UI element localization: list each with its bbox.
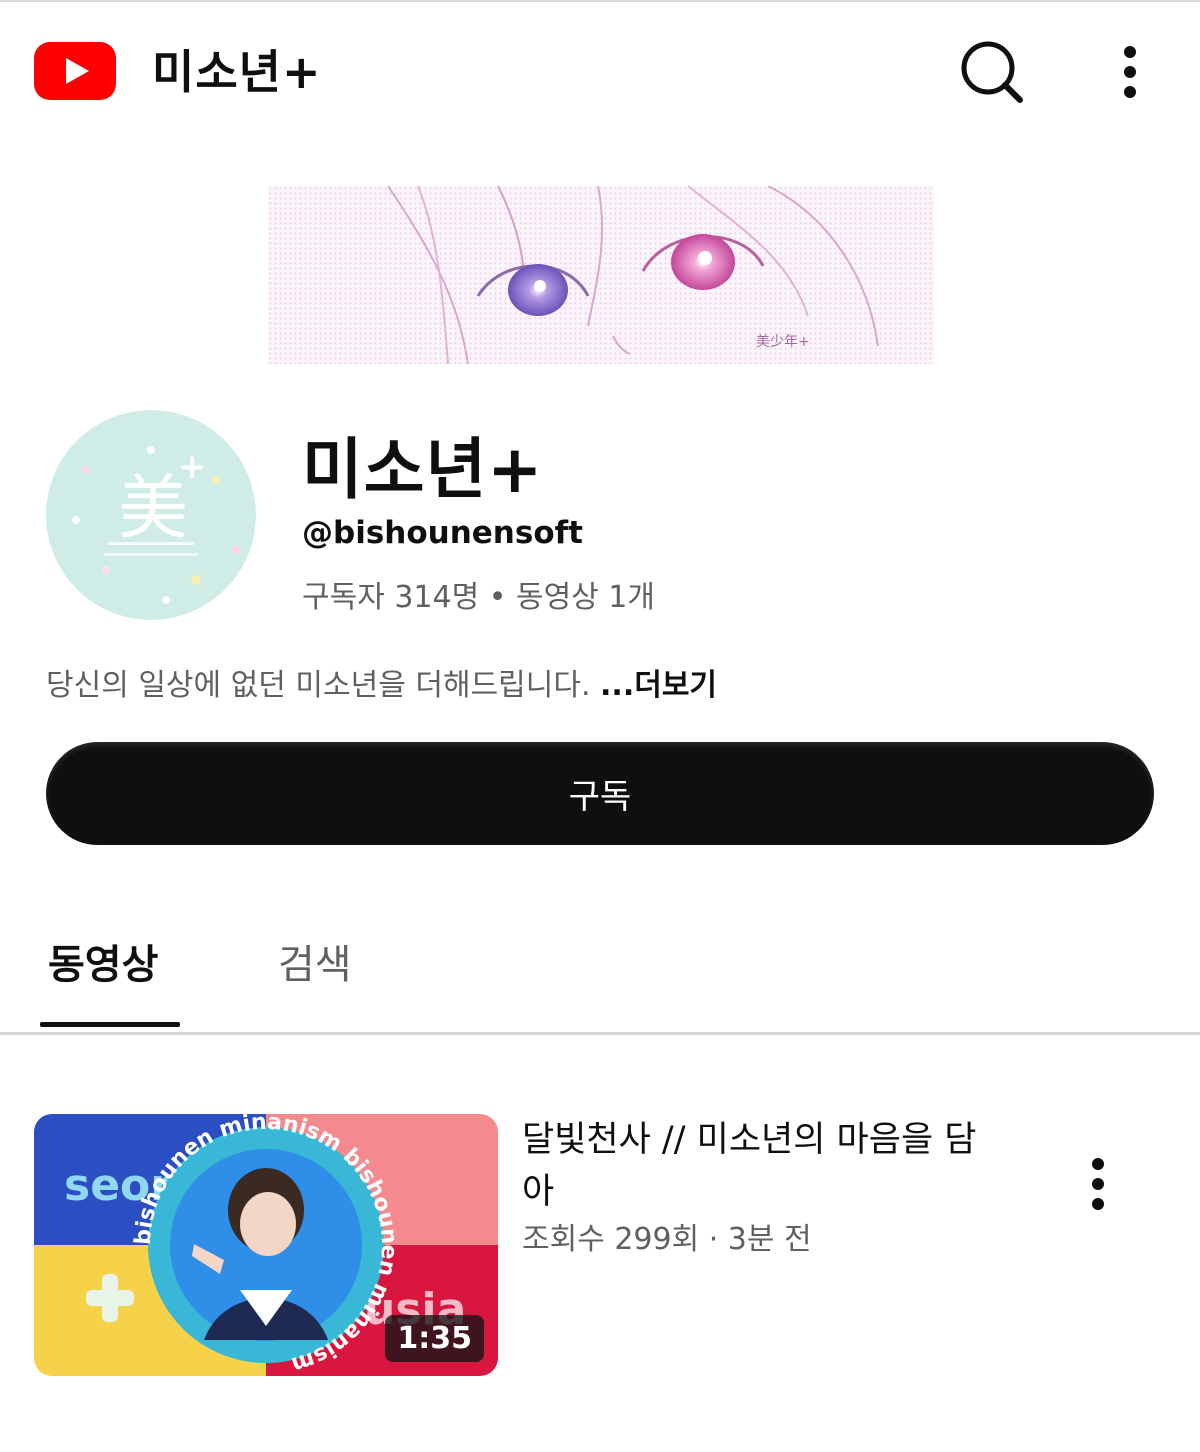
description-text: 당신의 일상에 없던 미소년을 더해드립니다. — [46, 668, 601, 703]
search-icon[interactable] — [958, 38, 1026, 106]
more-link[interactable]: ...더보기 — [600, 668, 717, 703]
app-title: 미소년+ — [152, 45, 322, 99]
active-tab-indicator — [40, 1022, 180, 1027]
tab-search[interactable]: 검색 — [278, 932, 352, 990]
app-header: 미소년+ — [0, 2, 1200, 132]
more-vert-icon[interactable] — [1108, 40, 1152, 104]
subscribe-button[interactable]: 구독 — [46, 742, 1154, 845]
video-meta: 조회수 299회 · 3분 전 — [522, 1222, 812, 1257]
channel-avatar[interactable]: 美 + — [46, 410, 256, 620]
video-more-vert-icon[interactable] — [1078, 1152, 1118, 1216]
channel-tabs: 동영상 검색 — [0, 900, 1200, 1035]
banner-watermark: 美少年+ — [756, 334, 810, 350]
banner-artwork: 美少年+ — [268, 186, 934, 364]
avatar-artwork: 美 + — [46, 410, 256, 620]
youtube-logo-icon[interactable] — [34, 42, 116, 100]
channel-description[interactable]: 당신의 일상에 없던 미소년을 더해드립니다. ...더보기 — [46, 660, 717, 704]
channel-stats: 구독자 314명 • 동영상 1개 — [302, 580, 655, 615]
channel-name: 미소년+ — [302, 431, 544, 508]
avatar-plus: + — [178, 447, 207, 487]
video-duration: 1:35 — [385, 1315, 484, 1362]
channel-banner: 美少年+ — [268, 186, 934, 364]
channel-handle[interactable]: @bishounensoft — [302, 515, 583, 551]
tab-videos[interactable]: 동영상 — [48, 932, 158, 990]
video-title[interactable]: 달빛천사 // 미소년의 마음을 담아 — [522, 1114, 1002, 1218]
video-thumbnail[interactable]: seor usia bishounen minanism bishounen m… — [34, 1114, 498, 1376]
